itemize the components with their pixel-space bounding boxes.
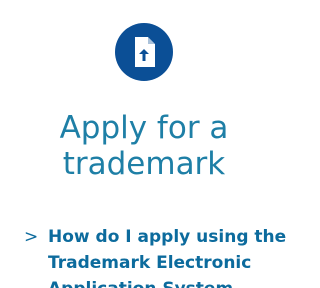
page-title: Apply for a trademark [0, 110, 288, 182]
how-to-apply-link[interactable]: How do I apply using the Trademark Elect… [48, 224, 288, 288]
chevron-right-icon: > [24, 227, 39, 247]
title-line-2: trademark [62, 146, 226, 182]
file-upload-icon [115, 23, 173, 81]
title-line-1: Apply for a [59, 110, 229, 146]
page: Apply for a trademark > How do I apply u… [0, 0, 288, 288]
